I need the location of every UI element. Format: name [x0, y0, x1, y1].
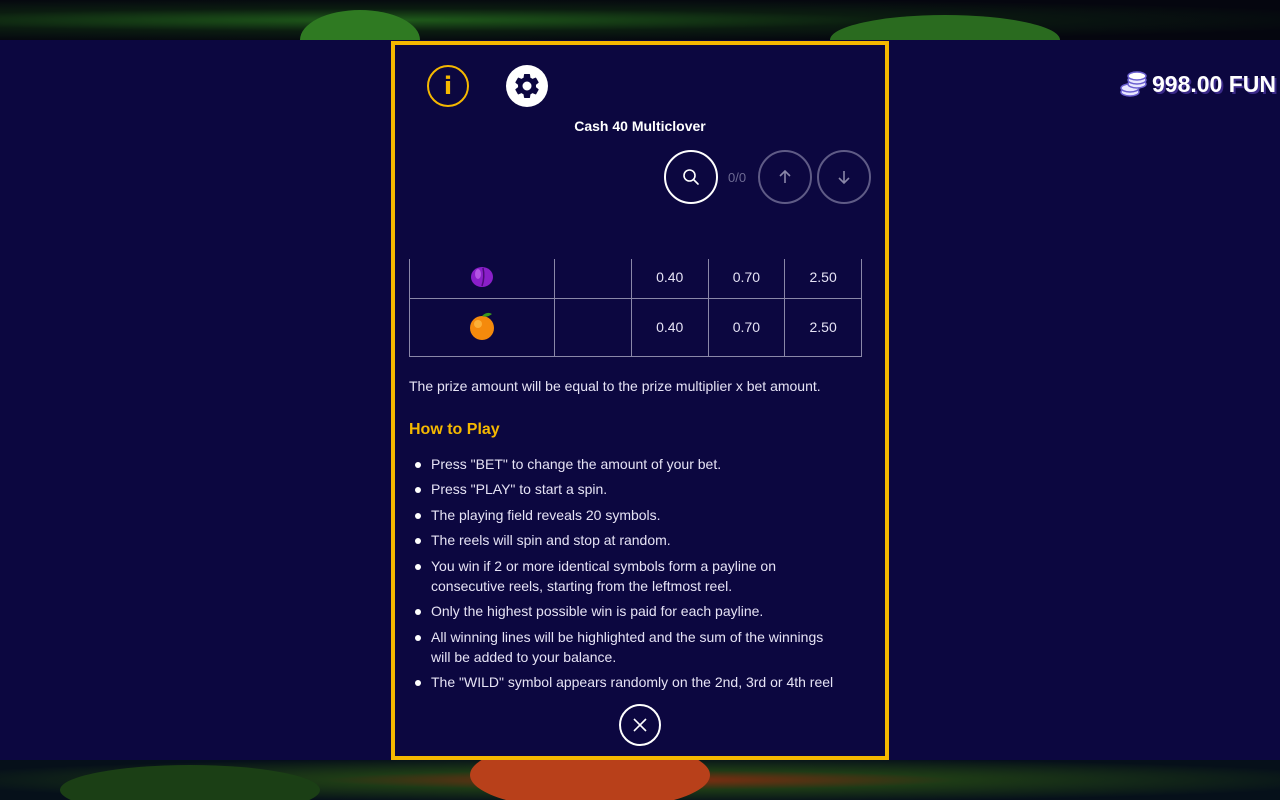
paytable-symbol-cell — [409, 259, 556, 299]
search-result-count: 0/0 — [728, 170, 747, 185]
info-icon: i — [443, 72, 453, 100]
leaf-decoration — [830, 15, 1060, 40]
prize-description: The prize amount will be equal to the pr… — [409, 377, 821, 394]
rule-item: The "WILD" symbol appears randomly on th… — [415, 672, 839, 697]
close-icon — [633, 718, 647, 732]
search-button[interactable] — [664, 150, 718, 204]
rule-item: Only the highest possible win is paid fo… — [415, 601, 839, 621]
rule-item: The playing field reveals 20 symbols. — [415, 505, 839, 525]
fruit-decoration — [470, 760, 710, 800]
game-rules-modal: i Cash 40 Multiclover 0/0 0.40 0.70 2.50… — [391, 41, 889, 760]
game-background-bottom — [0, 760, 1280, 800]
coins-icon — [1120, 71, 1147, 97]
paytable-cell — [554, 297, 632, 357]
paytable-row: 0.40 0.70 2.50 — [409, 259, 862, 299]
paytable: 0.40 0.70 2.50 0.40 0.70 2.50 — [409, 259, 862, 357]
game-background-top — [0, 0, 1280, 40]
rule-item: The reels will spin and stop at random. — [415, 530, 839, 550]
game-title: Cash 40 Multiclover — [574, 118, 706, 134]
arrow-up-icon — [779, 169, 791, 183]
rule-item: You win if 2 or more identical symbols f… — [415, 556, 839, 596]
rules-content[interactable]: 0.40 0.70 2.50 0.40 0.70 2.50 The prize … — [409, 259, 865, 697]
search-next-button[interactable] — [817, 150, 871, 204]
paytable-cell — [554, 259, 632, 299]
search-icon — [683, 169, 699, 185]
leaf-decoration — [300, 10, 420, 40]
orange-icon — [470, 312, 495, 340]
paytable-value: 0.40 — [630, 297, 709, 357]
info-button[interactable]: i — [427, 65, 469, 107]
paytable-value: 2.50 — [784, 259, 862, 299]
how-to-play-heading: How to Play — [409, 420, 500, 438]
search-previous-button[interactable] — [758, 150, 812, 204]
rule-item: All winning lines will be highlighted an… — [415, 627, 839, 667]
close-button[interactable] — [619, 704, 661, 746]
paytable-value: 0.40 — [630, 259, 709, 299]
paytable-value: 2.50 — [784, 297, 862, 357]
leaf-decoration — [60, 765, 320, 800]
rule-item: Press "PLAY" to start a spin. — [415, 479, 839, 499]
paytable-symbol-cell — [409, 297, 556, 357]
arrow-down-icon — [838, 171, 850, 185]
balance-display: 998.00 FUN — [1120, 70, 1276, 98]
paytable-value: 0.70 — [707, 297, 786, 357]
plum-icon — [471, 266, 494, 287]
paytable-row: 0.40 0.70 2.50 — [409, 297, 862, 357]
gear-icon — [515, 73, 539, 98]
rule-item: Press "BET" to change the amount of your… — [415, 454, 839, 474]
balance-amount: 998.00 FUN — [1151, 70, 1276, 97]
settings-button[interactable] — [506, 65, 548, 107]
rules-list: Press "BET" to change the amount of your… — [409, 454, 839, 697]
paytable-value: 0.70 — [707, 259, 786, 299]
